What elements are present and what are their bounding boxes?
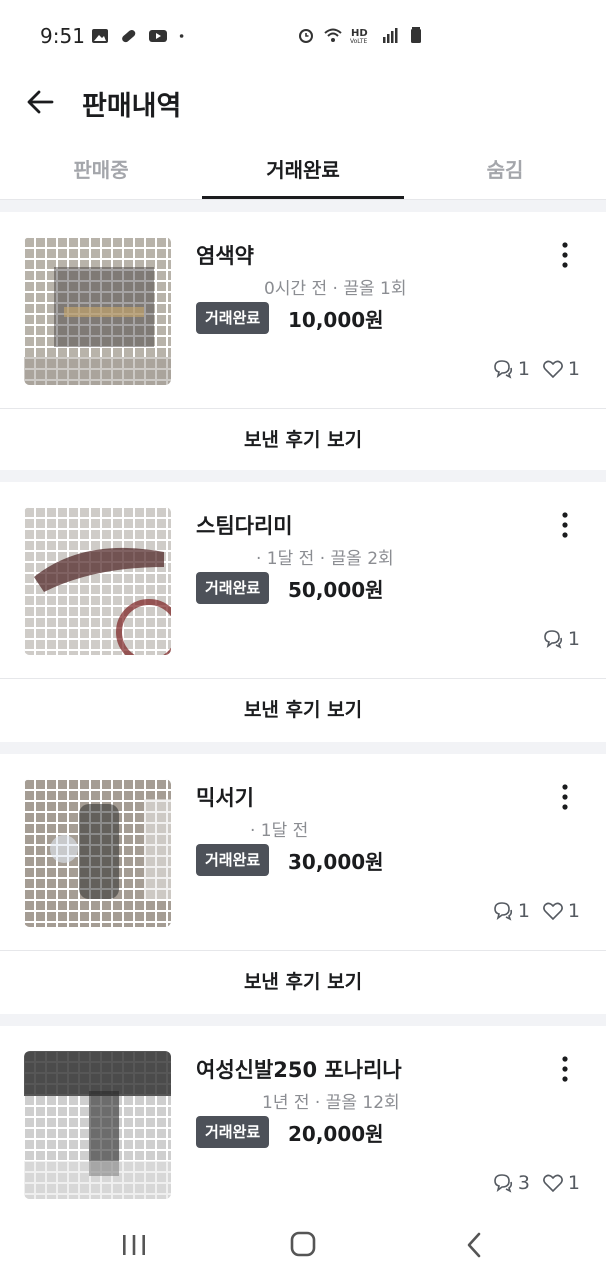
more-options-button[interactable]	[552, 1054, 578, 1084]
more-options-button[interactable]	[552, 782, 578, 812]
pill-icon	[122, 29, 136, 43]
signal-icon	[383, 28, 398, 43]
more-options-button[interactable]	[552, 240, 578, 270]
status-badge: 거래완료	[196, 302, 270, 334]
chat-count: 1	[567, 628, 580, 650]
dot-icon	[179, 34, 184, 38]
chat-icon	[494, 360, 512, 379]
item-price: 50,000원	[288, 578, 384, 602]
status-badge: 거래완료	[196, 572, 270, 604]
item-meta: · 1달 전	[250, 821, 309, 841]
chat-count: 3	[517, 1172, 530, 1194]
item-price: 20,000원	[288, 1122, 384, 1146]
item-thumbnail[interactable]	[24, 1051, 171, 1199]
item-price: 30,000원	[288, 850, 384, 874]
hd-voice-icon: HDVoLTE	[350, 28, 368, 45]
item-counts: 1 1	[492, 358, 580, 380]
view-sent-review-button[interactable]: 보낸 후기 보기	[0, 678, 606, 740]
item-meta: 1년 전 · 끌올 12회	[262, 1093, 400, 1113]
chat-count: 1	[517, 358, 530, 380]
system-nav-bar	[0, 1210, 606, 1280]
status-notification-icons	[90, 26, 190, 46]
recent-apps-icon[interactable]	[114, 1230, 154, 1260]
status-badge: 거래완료	[196, 1116, 270, 1148]
view-sent-review-button[interactable]: 보낸 후기 보기	[0, 950, 606, 1012]
list-item[interactable]: 믹서기 · 1달 전 거래완료 30,000원 1 1 보낸 후기 보기	[0, 754, 606, 1012]
item-title[interactable]: 여성신발250 포나리나	[196, 1054, 402, 1084]
chat-count: 1	[517, 900, 530, 922]
youtube-icon	[149, 30, 167, 42]
item-meta-row: 1년 전 · 끌올 12회	[196, 1088, 400, 1113]
item-title[interactable]: 스팀다리미	[196, 510, 293, 540]
gallery-icon	[92, 29, 108, 43]
like-count: 1	[567, 900, 580, 922]
list-item[interactable]: 여성신발250 포나리나 1년 전 · 끌올 12회 거래완료 20,000원 …	[0, 1026, 606, 1210]
view-sent-review-button[interactable]: 보낸 후기 보기	[0, 408, 606, 470]
list-item[interactable]: 스팀다리미 · 1달 전 · 끌올 2회 거래완료 50,000원 1 보낸 후…	[0, 482, 606, 740]
page-title: 판매내역	[82, 91, 182, 122]
section-gap	[0, 470, 606, 482]
item-title[interactable]: 믹서기	[196, 782, 254, 812]
section-gap	[0, 1014, 606, 1026]
tab-bar: 판매중 거래완료 숨김	[0, 140, 606, 200]
more-options-button[interactable]	[552, 510, 578, 540]
status-time: 9:51	[40, 24, 85, 48]
chat-icon	[544, 630, 562, 649]
section-gap	[0, 200, 606, 212]
list-item[interactable]: 염색약 0시간 전 · 끌올 1회 거래완료 10,000원 1 1 보낸 후기…	[0, 212, 606, 470]
chat-icon	[494, 902, 512, 921]
item-title[interactable]: 염색약	[196, 240, 254, 270]
item-counts: 1	[542, 628, 580, 650]
item-meta-row: · 1달 전 · 끌올 2회	[196, 544, 394, 569]
back-button[interactable]	[22, 82, 62, 122]
item-thumbnail[interactable]	[24, 507, 171, 655]
item-counts: 3 1	[492, 1172, 580, 1194]
heart-icon	[542, 1174, 563, 1193]
battery-icon	[411, 27, 421, 43]
like-count: 1	[567, 1172, 580, 1194]
tab-hidden[interactable]: 숨김	[404, 140, 606, 200]
heart-icon	[542, 902, 563, 921]
status-badge: 거래완료	[196, 844, 270, 876]
item-meta-row: 0시간 전 · 끌올 1회	[196, 274, 407, 299]
like-count: 1	[567, 358, 580, 380]
tab-active-indicator	[202, 196, 404, 199]
item-meta-row: · 1달 전	[196, 816, 308, 841]
app-header: 판매내역	[0, 72, 606, 132]
item-counts: 1 1	[492, 900, 580, 922]
tab-selling[interactable]: 판매중	[0, 140, 202, 200]
alarm-icon	[299, 29, 313, 43]
heart-icon	[542, 360, 563, 379]
item-meta: 0시간 전 · 끌올 1회	[264, 279, 407, 299]
item-meta: · 1달 전 · 끌올 2회	[256, 549, 394, 569]
section-gap	[0, 742, 606, 754]
svg-text:VoLTE: VoLTE	[350, 38, 367, 45]
chat-icon	[494, 1174, 512, 1193]
wifi-icon	[324, 28, 342, 42]
status-system-icons: HD VoLTE	[296, 25, 426, 45]
item-price: 10,000원	[288, 308, 384, 332]
item-thumbnail[interactable]	[24, 779, 171, 927]
back-icon[interactable]	[454, 1230, 494, 1260]
tab-completed[interactable]: 거래완료	[202, 140, 404, 200]
home-icon[interactable]	[283, 1230, 323, 1260]
status-bar: 9:51 HD VoLTE	[0, 0, 606, 72]
item-thumbnail[interactable]	[24, 237, 171, 385]
